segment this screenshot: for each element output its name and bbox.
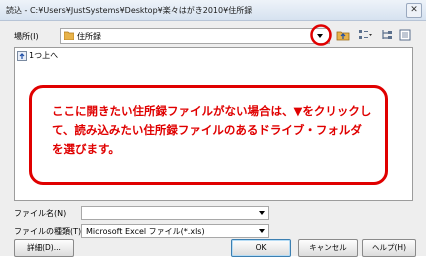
filetype-label: ファイルの種類(T) [14,227,82,236]
annotation-text: ここに開きたい住所録ファイルがない場合は、▼をクリックして、読み込みたい住所録フ… [52,104,372,156]
title-bar: 読込 - C:¥Users¥JustSystems¥Desktop¥楽々はがき2… [0,0,426,21]
properties-button[interactable] [398,28,412,42]
help-button[interactable]: ヘルプ(H) [362,239,416,257]
close-button[interactable]: ✕ [406,3,422,18]
details-button[interactable]: 詳細(D)... [14,239,74,257]
filename-combo[interactable] [81,206,269,220]
filetype-select[interactable]: Microsoft Excel ファイル(*.xls) [81,224,269,238]
annotation-callout: ここに開きたい住所録ファイルがない場合は、▼をクリックして、読み込みたい住所録フ… [29,85,388,185]
location-label: 場所(I) [14,32,39,41]
location-combo[interactable]: 住所録 [60,28,330,44]
filetype-value: Microsoft Excel ファイル(*.xls) [86,227,205,236]
up-folder-icon [336,31,350,41]
tree-icon [382,30,392,39]
folder-icon [63,31,75,41]
window-title: 読込 - C:¥Users¥JustSystems¥Desktop¥楽々はがき2… [6,6,253,15]
dialog-body: 場所(I) 住所録 1つ上へ ここに開きたい住所録ファイルがない場合は、▼をクリ… [0,21,426,257]
view-menu-button[interactable] [358,28,372,42]
properties-icon [399,29,411,41]
up-folder-button[interactable] [336,28,350,42]
tree-view-button[interactable] [380,28,394,42]
ok-button[interactable]: OK [231,239,291,257]
up-one-level-label: 1つ上へ [29,51,59,60]
filename-label: ファイル名(N) [14,209,67,218]
cancel-button[interactable]: キャンセル [298,239,358,257]
up-one-level-item[interactable]: 1つ上へ [17,50,58,61]
view-icon [359,30,372,39]
highlight-circle [310,24,332,46]
chevron-down-icon[interactable] [259,229,265,233]
chevron-down-icon[interactable] [259,211,265,215]
location-value: 住所録 [77,32,101,41]
up-arrow-icon [17,50,27,61]
